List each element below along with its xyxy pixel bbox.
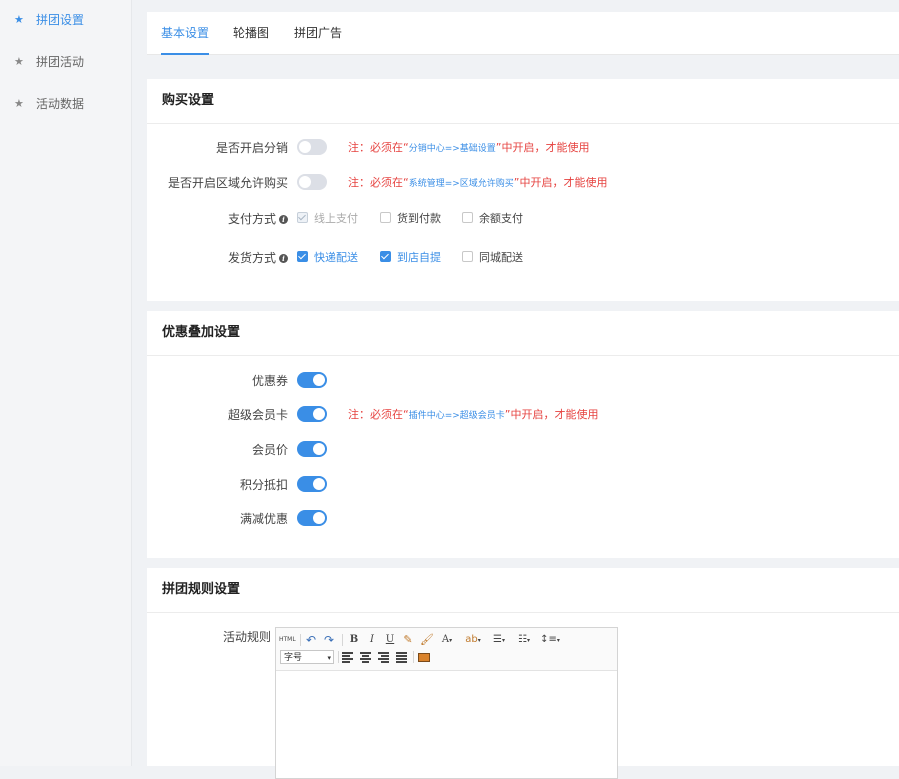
activity-rules-label: 活动规则 (223, 630, 272, 644)
sidebar-item-label: 拼团活动 (36, 54, 85, 69)
star-icon: ★ (14, 96, 24, 110)
align-justify-icon[interactable] (396, 652, 407, 663)
tab-basic-settings[interactable]: 基本设置 (161, 12, 210, 55)
editor-content-area[interactable] (276, 671, 617, 778)
supercard-note-link[interactable]: 插件中心=>超级会员卡 (409, 411, 505, 421)
star-icon: ★ (14, 12, 24, 26)
rich-text-editor: HTML ↶ ↷ B I U ✎ 🖌 A▾ ab▾ ☰▾ ☷▾ ↕≡▾ 字号 ▾ (275, 627, 618, 779)
font-size-select[interactable]: 字号 ▾ (280, 650, 334, 664)
supercard-row: 超级会员卡 注：必须在“插件中心=>超级会员卡”中开启，才能使用 (147, 405, 899, 425)
bold-button[interactable]: B (349, 633, 359, 647)
full-reduction-toggle[interactable] (297, 510, 327, 526)
distribution-note-link[interactable]: 分销中心=>基础设置 (409, 144, 496, 154)
align-left-icon[interactable] (342, 652, 353, 663)
font-color-button[interactable]: A▾ (438, 633, 456, 647)
tab-group-ads[interactable]: 拼团广告 (294, 12, 342, 54)
discount-stacking-card: 优惠叠加设置 优惠券 超级会员卡 注：必须在“插件中心=>超级会员卡”中开启，才… (147, 311, 899, 558)
insert-image-icon[interactable] (418, 653, 430, 662)
unordered-list-icon[interactable]: ☷▾ (514, 633, 534, 647)
coupon-row: 优惠券 (147, 371, 899, 391)
distribution-note: 注：必须在“分销中心=>基础设置”中开启，才能使用 (348, 141, 590, 154)
supercard-toggle[interactable] (297, 406, 327, 422)
region-purchase-note: 注：必须在“系统管理=>区域允许购买”中开启，才能使用 (348, 176, 608, 189)
underline-button[interactable]: U (385, 633, 395, 647)
region-purchase-note-link[interactable]: 系统管理=>区域允许购买 (409, 179, 514, 189)
coupon-label: 优惠券 (251, 374, 288, 388)
eraser-icon[interactable]: ✎ (402, 633, 414, 647)
payment-method-label: 支付方式 i (228, 209, 288, 229)
sidebar-item-group-activities[interactable]: ★ 拼团活动 (0, 51, 131, 71)
editor-toolbar: HTML ↶ ↷ B I U ✎ 🖌 A▾ ab▾ ☰▾ ☷▾ ↕≡▾ 字号 ▾ (276, 628, 617, 671)
italic-button[interactable]: I (367, 633, 377, 647)
align-right-icon[interactable] (378, 652, 389, 663)
html-source-button[interactable]: HTML (279, 633, 296, 647)
delivery-option-express[interactable]: 快递配送 (297, 248, 358, 268)
coupon-toggle[interactable] (297, 372, 327, 388)
section-title: 购买设置 (147, 79, 899, 124)
points-toggle[interactable] (297, 476, 327, 492)
line-height-icon[interactable]: ↕≡▾ (539, 633, 561, 647)
star-icon: ★ (14, 54, 24, 68)
align-center-icon[interactable] (360, 652, 371, 663)
member-price-toggle[interactable] (297, 441, 327, 457)
points-row: 积分抵扣 (147, 475, 899, 495)
purchase-settings-card: 购买设置 是否开启分销 注：必须在“分销中心=>基础设置”中开启，才能使用 是否… (147, 79, 899, 301)
delivery-option-local[interactable]: 同城配送 (462, 248, 523, 268)
supercard-label: 超级会员卡 (227, 408, 288, 422)
delivery-option-pickup[interactable]: 到店自提 (380, 248, 441, 268)
highlight-icon[interactable]: ab▾ (463, 633, 483, 647)
region-purchase-row: 是否开启区域允许购买 注：必须在“系统管理=>区域允许购买”中开启，才能使用 (147, 173, 899, 193)
redo-icon[interactable]: ↷ (323, 633, 335, 647)
member-price-row: 会员价 (147, 440, 899, 460)
region-purchase-label: 是否开启区域允许购买 (167, 176, 288, 190)
points-label: 积分抵扣 (239, 478, 288, 492)
distribution-toggle[interactable] (297, 139, 327, 155)
supercard-note: 注：必须在“插件中心=>超级会员卡”中开启，才能使用 (348, 408, 599, 421)
sidebar-item-label: 拼团设置 (36, 12, 85, 27)
sidebar: ★ 拼团设置 ★ 拼团活动 ★ 活动数据 (0, 0, 132, 766)
section-title: 拼团规则设置 (147, 568, 899, 613)
sidebar-item-label: 活动数据 (36, 96, 85, 111)
ordered-list-icon[interactable]: ☰▾ (489, 633, 509, 647)
info-icon[interactable]: i (279, 254, 288, 263)
distribution-label: 是否开启分销 (215, 141, 288, 155)
tab-bar: 基本设置 轮播图 拼团广告 (147, 12, 899, 55)
sidebar-item-activity-data[interactable]: ★ 活动数据 (0, 93, 131, 113)
group-rules-card: 拼团规则设置 活动规则 HTML ↶ ↷ B I U ✎ 🖌 A▾ ab▾ ☰▾… (147, 568, 899, 779)
full-reduction-label: 满减优惠 (239, 512, 288, 526)
sidebar-item-group-settings[interactable]: ★ 拼团设置 (0, 9, 131, 29)
tab-carousel[interactable]: 轮播图 (233, 12, 269, 54)
distribution-row: 是否开启分销 注：必须在“分销中心=>基础设置”中开启，才能使用 (147, 138, 899, 158)
info-icon[interactable]: i (279, 215, 288, 224)
payment-option-online: 线上支付 (297, 209, 358, 229)
full-reduction-row: 满减优惠 (147, 509, 899, 529)
undo-icon[interactable]: ↶ (305, 633, 317, 647)
payment-option-cod[interactable]: 货到付款 (380, 209, 441, 229)
payment-method-row: 支付方式 i 线上支付 货到付款 余额支付 (147, 209, 899, 229)
section-title: 优惠叠加设置 (147, 311, 899, 356)
region-purchase-toggle[interactable] (297, 174, 327, 190)
payment-option-balance[interactable]: 余额支付 (462, 209, 523, 229)
delivery-method-label: 发货方式 i (228, 248, 288, 268)
delivery-method-row: 发货方式 i 快递配送 到店自提 同城配送 (147, 248, 899, 268)
member-price-label: 会员价 (251, 443, 288, 457)
format-brush-icon[interactable]: 🖌 (420, 633, 434, 647)
